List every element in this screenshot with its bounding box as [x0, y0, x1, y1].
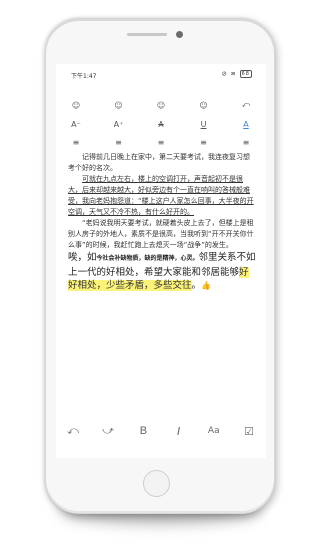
- emoji-1-icon: ☺: [71, 100, 81, 110]
- undo-top-button[interactable]: ⤺: [236, 98, 256, 112]
- align-center-button[interactable]: ≡: [109, 135, 129, 149]
- align-left-icon: ≡: [72, 137, 80, 147]
- undo-icon: ⤺: [241, 100, 251, 109]
- align-right-button[interactable]: ≡: [151, 135, 171, 149]
- font-increase-icon: A⁺: [113, 119, 124, 129]
- emoji-2-icon: ☺: [114, 100, 123, 110]
- paragraph-4-end: 。: [191, 280, 202, 291]
- bottom-toolbar: ⤺ ⤻ B I Aa ☑: [62, 424, 260, 438]
- font-decrease-button[interactable]: A⁻: [66, 117, 86, 131]
- align-distribute-icon: ≡: [242, 137, 250, 147]
- italic-button[interactable]: I: [168, 424, 190, 438]
- paragraph-4-start: 唉，如: [68, 252, 97, 263]
- paragraph-4: 唉，如今社会补缺物质，缺的是精神，心灵。邻里关系不如上一代的好相处，希望大家能和…: [68, 251, 256, 293]
- align-center-icon: ≡: [115, 137, 122, 147]
- text-color-button[interactable]: A: [236, 117, 256, 131]
- font-size-icon: Aa: [207, 426, 220, 436]
- status-icons: ⊘ ≋ 68: [222, 70, 252, 78]
- font-size-button[interactable]: Aa: [203, 424, 225, 438]
- redo-bottom-button[interactable]: ⤻: [97, 424, 119, 438]
- toolbar-row-3: ≡ ≡ ≡ ≡ ≡: [66, 135, 256, 149]
- checkbox-icon: ☑: [244, 424, 254, 438]
- paragraph-3: “老妈说我明天要考试，就硬着头皮上去了，但楼上是租别人房子的外地人，素质不是很高…: [68, 219, 254, 249]
- phone-camera: [176, 31, 183, 38]
- emoji-3-button[interactable]: ☺: [151, 98, 171, 112]
- align-right-icon: ≡: [157, 137, 165, 147]
- note-content[interactable]: 记得前几日晚上在家中，第二天要考试，我连夜复习想考个好的名次。 可就在九点左右，…: [68, 152, 256, 293]
- align-justify-icon: ≡: [200, 137, 207, 147]
- underline-icon: U: [200, 119, 207, 129]
- align-justify-button[interactable]: ≡: [194, 135, 214, 149]
- strikethrough-icon: A: [158, 119, 164, 129]
- emoji-4-icon: ☺: [199, 100, 208, 110]
- home-button[interactable]: [143, 470, 170, 497]
- status-bar: 下午1:47 ⊘ ≋ 68: [56, 64, 266, 84]
- phone-speaker: [127, 33, 167, 36]
- emoji-1-button[interactable]: ☺: [66, 98, 86, 112]
- status-time: 下午1:47: [71, 73, 97, 80]
- emoji-2-button[interactable]: ☺: [109, 98, 129, 112]
- paragraph-1: 记得前几日晚上在家中，第二天要考试，我连夜复习想考个好的名次。: [68, 153, 250, 172]
- checkbox-button[interactable]: ☑: [238, 424, 260, 438]
- emoji-4-button[interactable]: ☺: [194, 98, 214, 112]
- font-increase-button[interactable]: A⁺: [109, 117, 129, 131]
- italic-icon: I: [176, 424, 181, 438]
- align-distribute-button[interactable]: ≡: [236, 135, 256, 149]
- signal-wifi-icon: ⊘ ≋: [221, 70, 240, 78]
- phone-screen: 下午1:47 ⊘ ≋ 68 ☺ ☺ ☺ ☺ ⤺ A⁻ A⁺ A U A ≡ ≡ …: [56, 64, 266, 458]
- align-left-button[interactable]: ≡: [66, 135, 86, 149]
- battery-icon: 68: [239, 70, 252, 78]
- paragraph-4-small: 今社会补缺物质，缺的是精神，心灵。: [96, 255, 199, 262]
- underline-button[interactable]: U: [194, 117, 214, 131]
- font-decrease-icon: A⁻: [71, 119, 81, 129]
- paragraph-2: 可就在九点左右，楼上的空调打开，声音起初不是很大，后来却越来越大，好似旁边有个一…: [68, 175, 254, 216]
- thumbs-up-icon: 👍: [201, 281, 211, 290]
- strikethrough-button[interactable]: A: [151, 117, 171, 131]
- bold-button[interactable]: B: [132, 424, 154, 438]
- undo-bottom-icon: ⤺: [67, 424, 79, 437]
- redo-bottom-icon: ⤻: [102, 424, 115, 437]
- emoji-3-icon: ☺: [156, 100, 166, 110]
- text-color-icon: A: [243, 119, 249, 129]
- toolbar-row-1: ☺ ☺ ☺ ☺ ⤺: [66, 98, 256, 112]
- toolbar-row-2: A⁻ A⁺ A U A: [66, 117, 256, 131]
- bold-icon: B: [139, 425, 148, 437]
- undo-bottom-button[interactable]: ⤺: [62, 424, 84, 438]
